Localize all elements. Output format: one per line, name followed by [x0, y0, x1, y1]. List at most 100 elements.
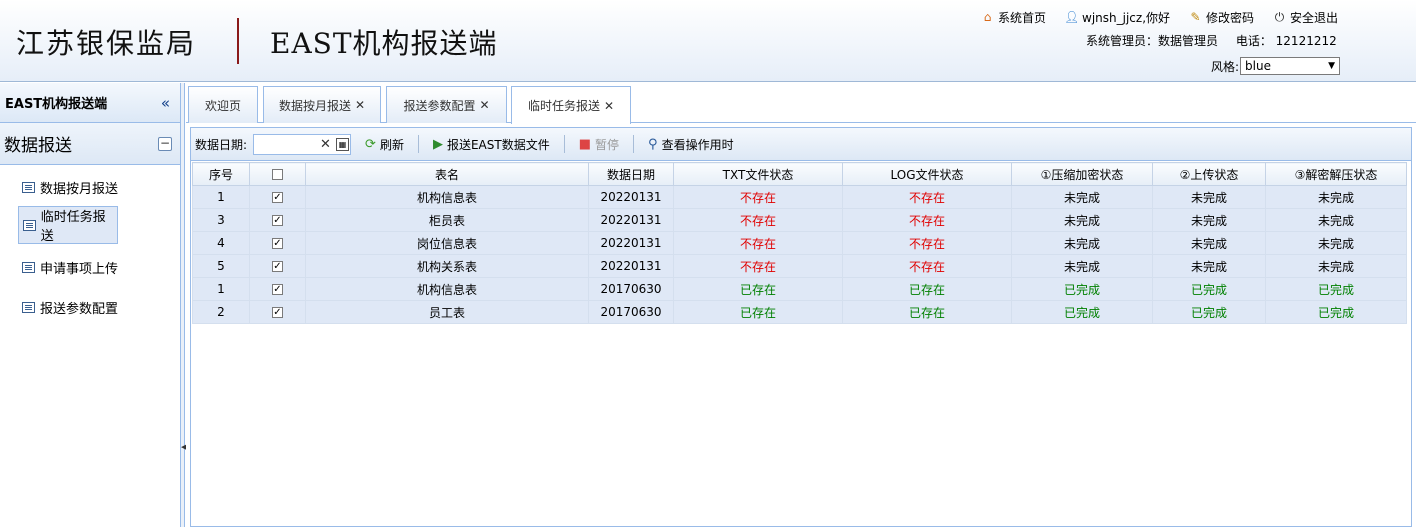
row-checkbox[interactable]: ✓	[272, 238, 283, 249]
table-row[interactable]: 1 ✓ 机构信息表 20170630 已存在 已存在 已完成 已完成 已完成	[192, 277, 1407, 301]
column-header[interactable]: ③解密解压状态	[1265, 162, 1407, 186]
decrypt-status: 已完成	[1265, 300, 1407, 324]
table-header-row: 序号 表名 数据日期 TXT文件状态 LOG文件状态 ①压缩加密状态 ②上传状态…	[192, 162, 1407, 186]
accordion-header[interactable]: 数据报送 −	[0, 123, 180, 165]
column-header[interactable]: 数据日期	[588, 162, 674, 186]
row-select[interactable]: ✓	[249, 231, 306, 255]
table-name: 机构信息表	[305, 277, 589, 301]
toolbar-divider	[417, 135, 419, 153]
sidebar-item-monthly[interactable]: 数据按月报送	[18, 168, 118, 206]
txt-status: 不存在	[673, 254, 843, 278]
title-divider	[237, 18, 239, 64]
date-input[interactable]: ✕ ▦	[253, 133, 352, 155]
tab-bar: 欢迎页 数据按月报送 ✕ 报送参数配置 ✕ 临时任务报送 ✕	[186, 83, 1416, 124]
tab-welcome[interactable]: 欢迎页	[188, 86, 258, 123]
sidebar-splitter[interactable]: ◀	[181, 83, 186, 527]
tab-label: 临时任务报送	[527, 99, 600, 113]
row-number: 1	[192, 277, 250, 301]
upload-status: 已完成	[1152, 300, 1266, 324]
close-icon[interactable]: ✕	[479, 98, 489, 112]
log-status: 不存在	[842, 208, 1012, 232]
row-checkbox[interactable]: ✓	[272, 307, 283, 318]
column-header[interactable]: 表名	[305, 162, 589, 186]
clear-icon[interactable]: ✕	[320, 137, 331, 152]
sidebar-title: EAST机构报送端	[5, 97, 108, 112]
view-timing-button[interactable]: ⚲ 查看操作用时	[648, 136, 734, 153]
refresh-label: 刷新	[379, 137, 404, 152]
date-label: 数据日期:	[195, 137, 248, 152]
column-header[interactable]: 序号	[192, 162, 250, 186]
select-all-header[interactable]	[249, 162, 306, 186]
page-header: 江苏银保监局 EAST机构报送端 ⌂ 系统首页 👤︎ wjnsh_jjcz,你好…	[0, 0, 1416, 82]
close-icon[interactable]: ✕	[355, 98, 365, 112]
row-checkbox[interactable]: ✓	[272, 215, 283, 226]
table-name: 岗位信息表	[305, 231, 589, 255]
table-row[interactable]: 1 ✓ 机构信息表 20220131 不存在 不存在 未完成 未完成 未完成	[192, 185, 1407, 209]
table-row[interactable]: 3 ✓ 柜员表 20220131 不存在 不存在 未完成 未完成 未完成	[192, 208, 1407, 232]
sidebar-item-config[interactable]: 报送参数配置	[18, 288, 118, 326]
list-icon	[22, 181, 35, 193]
decrypt-status: 未完成	[1265, 254, 1407, 278]
log-status: 不存在	[842, 185, 1012, 209]
table-row[interactable]: 4 ✓ 岗位信息表 20220131 不存在 不存在 未完成 未完成 未完成	[192, 231, 1407, 255]
column-header[interactable]: LOG文件状态	[842, 162, 1012, 186]
stop-icon: ■	[578, 136, 592, 152]
row-select[interactable]: ✓	[249, 300, 306, 324]
refresh-icon: ⟳	[365, 136, 376, 152]
row-select[interactable]: ✓	[249, 277, 306, 301]
close-icon[interactable]: ✕	[604, 99, 614, 113]
decrypt-status: 未完成	[1265, 231, 1407, 255]
tab-monthly[interactable]: 数据按月报送 ✕	[263, 86, 381, 123]
home-icon: ⌂	[983, 9, 992, 24]
row-number: 3	[192, 208, 250, 232]
column-header[interactable]: ②上传状态	[1152, 162, 1266, 186]
row-checkbox[interactable]: ✓	[272, 192, 283, 203]
change-password-link[interactable]: ✎ 修改密码	[1188, 9, 1254, 26]
search-icon: ⚲	[648, 136, 658, 152]
column-header[interactable]: TXT文件状态	[673, 162, 843, 186]
pause-button[interactable]: ■ 暂停	[579, 136, 619, 153]
sidebar: EAST机构报送端 « 数据报送 − 数据按月报送 临时任务报送 申请事项上传 …	[0, 83, 181, 527]
style-select[interactable]: blue ▼	[1240, 57, 1341, 75]
grid-panel: 数据日期: ✕ ▦ ⟳ 刷新 ▶ 报送EAST数据文件 ■ 暂停 ⚲ 查看操作用…	[190, 127, 1412, 527]
table-name: 机构关系表	[305, 254, 589, 278]
sidebar-item-label: 报送参数配置	[40, 301, 119, 317]
row-select[interactable]: ✓	[249, 185, 306, 209]
pause-label: 暂停	[595, 137, 620, 152]
txt-status: 不存在	[673, 231, 843, 255]
row-select[interactable]: ✓	[249, 208, 306, 232]
select-all-checkbox[interactable]	[272, 169, 283, 180]
tab-config[interactable]: 报送参数配置 ✕	[386, 86, 507, 123]
toolbar-divider	[633, 135, 635, 153]
submit-east-button[interactable]: ▶ 报送EAST数据文件	[433, 136, 550, 153]
minus-icon[interactable]: −	[158, 136, 172, 151]
row-checkbox[interactable]: ✓	[272, 284, 283, 295]
txt-status: 已存在	[673, 277, 843, 301]
table-row[interactable]: 5 ✓ 机构关系表 20220131 不存在 不存在 未完成 未完成 未完成	[192, 254, 1407, 278]
change-password-label: 修改密码	[1206, 10, 1255, 25]
row-number: 4	[192, 231, 250, 255]
decrypt-status: 已完成	[1265, 277, 1407, 301]
user-icon: 👤︎	[1064, 9, 1080, 24]
edit-icon: ✎	[1190, 9, 1201, 24]
column-header[interactable]: ①压缩加密状态	[1011, 162, 1153, 186]
compress-status: 未完成	[1011, 208, 1153, 232]
upload-status: 未完成	[1152, 185, 1266, 209]
row-checkbox[interactable]: ✓	[272, 261, 283, 272]
sidebar-item-application[interactable]: 申请事项上传	[18, 248, 118, 286]
row-select[interactable]: ✓	[249, 254, 306, 278]
collapse-sidebar-icon[interactable]: «	[161, 94, 170, 112]
upload-status: 已完成	[1152, 277, 1266, 301]
calendar-icon[interactable]: ▦	[336, 137, 350, 151]
table-name: 机构信息表	[305, 185, 589, 209]
home-link-label: 系统首页	[998, 10, 1047, 25]
tab-temporary[interactable]: 临时任务报送 ✕	[511, 86, 631, 124]
table-row[interactable]: 2 ✓ 员工表 20170630 已存在 已存在 已完成 已完成 已完成	[192, 300, 1407, 324]
logout-link[interactable]: ⏻ 安全退出	[1272, 9, 1338, 26]
home-link[interactable]: ⌂ 系统首页	[980, 9, 1046, 26]
sidebar-item-temporary[interactable]: 临时任务报送	[18, 206, 118, 244]
user-link[interactable]: 👤︎ wjnsh_jjcz,你好	[1064, 9, 1170, 26]
refresh-button[interactable]: ⟳ 刷新	[365, 136, 404, 153]
top-links: ⌂ 系统首页 👤︎ wjnsh_jjcz,你好 ✎ 修改密码 ⏻ 安全退出	[980, 8, 1356, 26]
list-icon	[23, 219, 36, 231]
